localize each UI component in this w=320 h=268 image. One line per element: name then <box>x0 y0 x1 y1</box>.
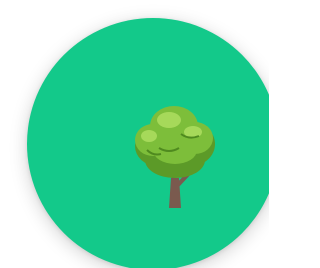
deciduous-tree-icon <box>129 100 219 218</box>
tree-app-button[interactable] <box>27 18 269 268</box>
screen <box>0 0 269 268</box>
